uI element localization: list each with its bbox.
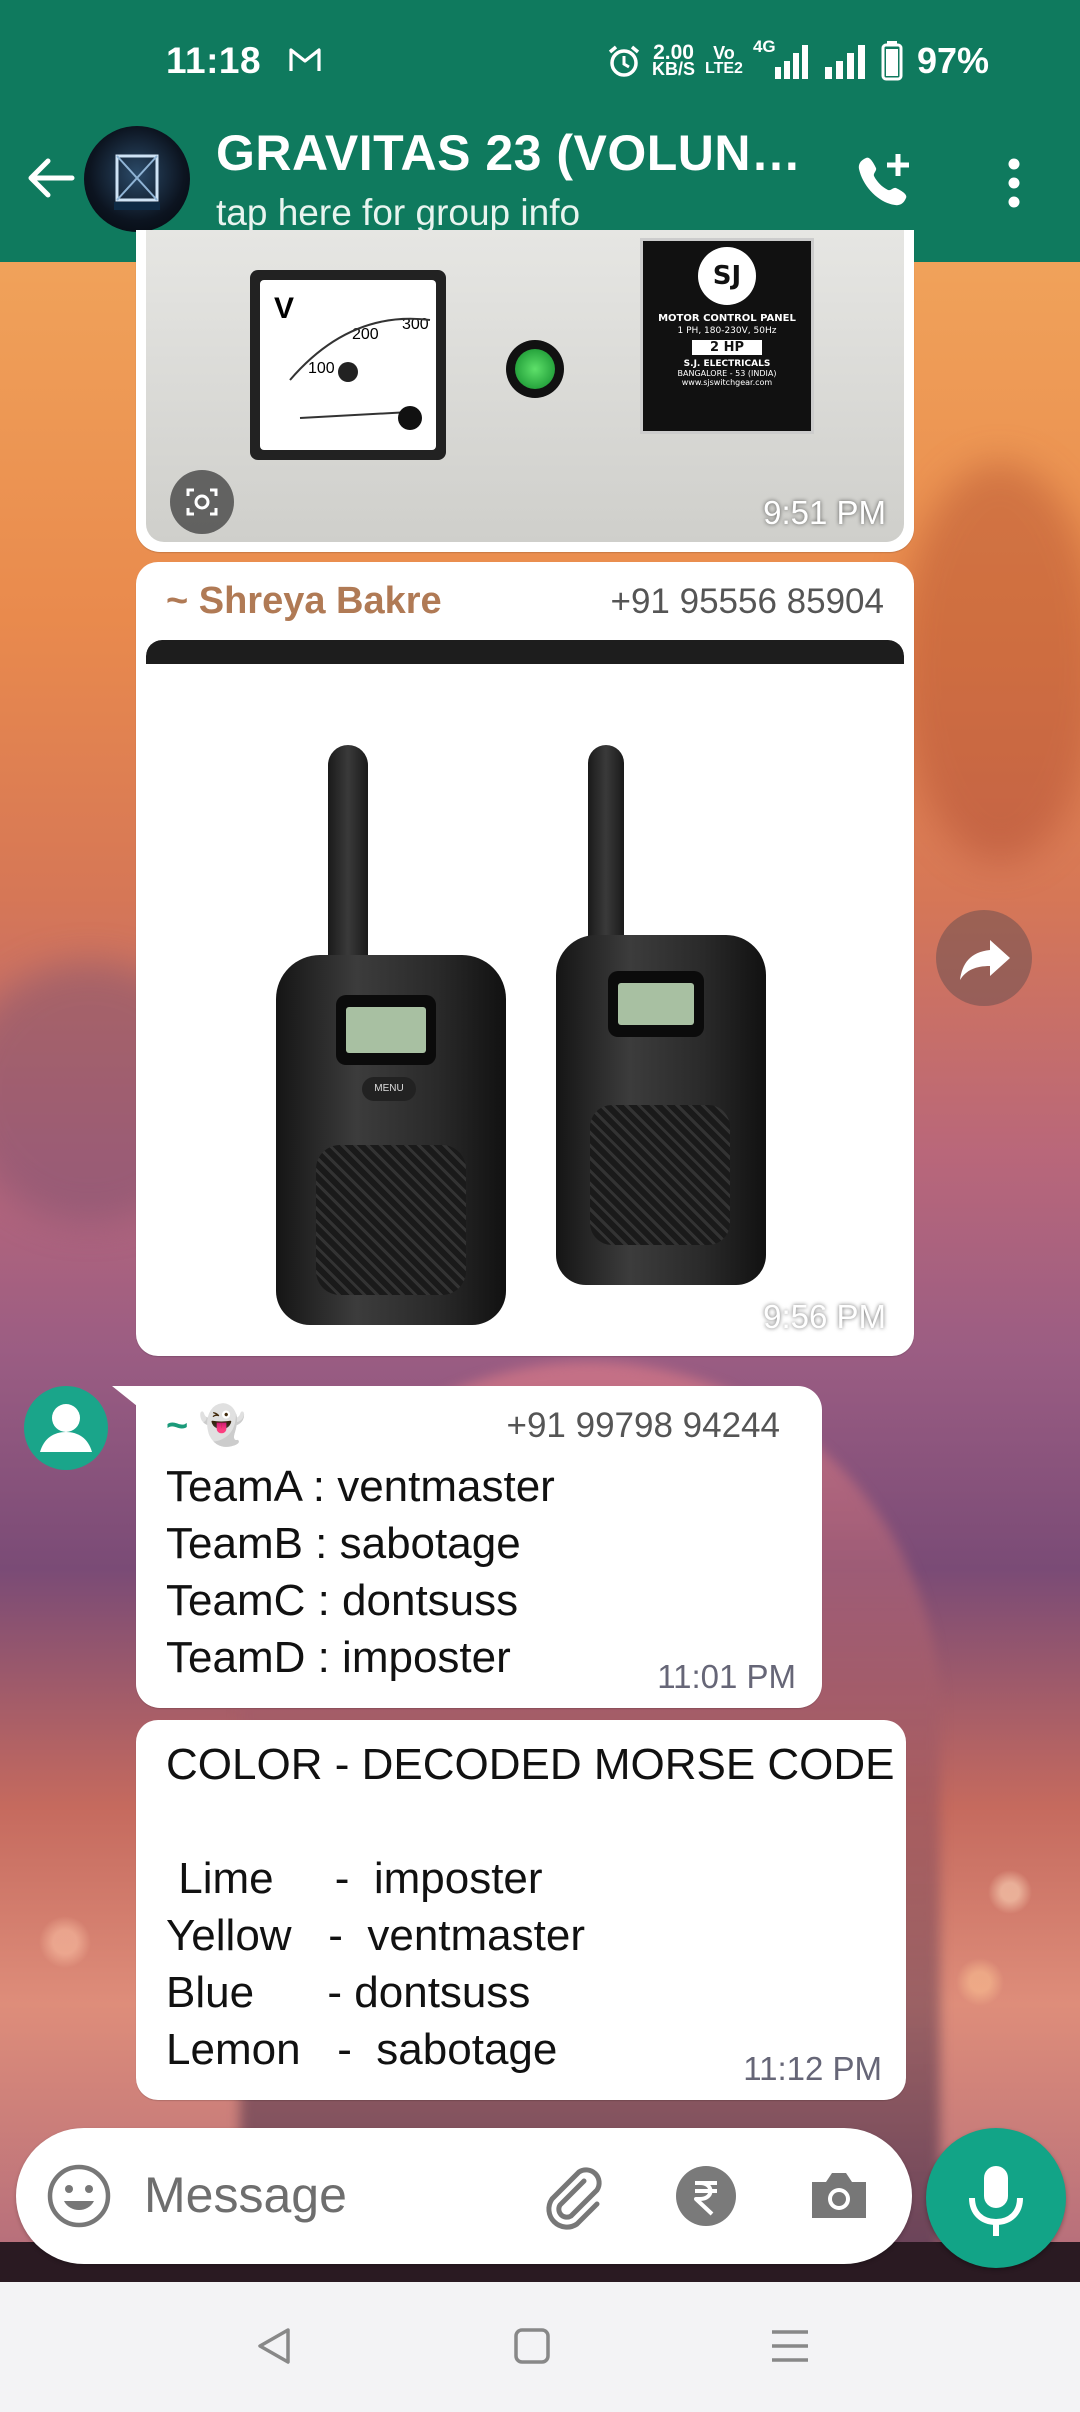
message-line: TeamD : imposter: [166, 1633, 511, 1682]
status-icons: 2.00 KB/S Vo LTE2 4G 97%: [606, 37, 990, 84]
status-bar: 11:18 2.00 KB/S Vo LTE2 4G 97%: [0, 0, 1080, 120]
message-line: Blue - dontsuss: [166, 1968, 531, 2017]
group-avatar[interactable]: [84, 126, 190, 232]
nav-home-icon[interactable]: [510, 2324, 554, 2368]
rupee-payment-icon[interactable]: [674, 2164, 738, 2228]
forward-button[interactable]: [936, 910, 1032, 1006]
image-message-motor-panel[interactable]: V 100 200 300 SJ MOTOR CONTROL PANEL 1 P…: [136, 230, 914, 552]
message-line: Yellow - ventmaster: [166, 1911, 585, 1960]
text-message-teams[interactable]: ~ 👻 +91 99798 94244 TeamA : ventmaster T…: [112, 1386, 822, 1708]
walkie-talkie-image[interactable]: MENU 9:56 PM: [146, 640, 904, 1346]
message-line: TeamC : dontsuss: [166, 1576, 519, 1625]
emoji-icon[interactable]: [44, 2161, 114, 2231]
battery-icon: [881, 41, 903, 81]
message-timestamp: 9:51 PM: [763, 494, 886, 531]
forward-arrow-icon: [960, 940, 1010, 980]
message-line: COLOR - DECODED MORSE CODE: [166, 1740, 895, 1789]
status-time: 11:18: [166, 40, 262, 81]
voltmeter: V 100 200 300: [250, 270, 446, 460]
message-timestamp: 11:01 PM: [657, 1658, 796, 1695]
sender-name[interactable]: ~ 👻: [166, 1404, 246, 1448]
voice-message-button[interactable]: [926, 2128, 1066, 2268]
walkie-talkie-left: MENU: [276, 745, 506, 1325]
group-title[interactable]: GRAVITAS 23 (VOLUN…: [216, 124, 801, 182]
message-timestamp: 11:12 PM: [743, 2050, 882, 2087]
attachment-icon[interactable]: [538, 2161, 608, 2231]
message-composer[interactable]: Message: [16, 2128, 912, 2264]
alarm-icon: [608, 45, 640, 77]
more-options-icon[interactable]: [996, 150, 1032, 216]
nav-recents-icon[interactable]: [768, 2324, 812, 2368]
camera-icon[interactable]: [806, 2166, 872, 2226]
sender-phone: +91 95556 85904: [610, 582, 884, 621]
network-speed: 2.00 KB/S: [652, 41, 696, 79]
system-navigation-bar: [0, 2282, 1080, 2412]
volte-indicator: Vo LTE2: [705, 43, 743, 77]
message-line: TeamA : ventmaster: [166, 1462, 555, 1511]
motor-panel-image[interactable]: V 100 200 300 SJ MOTOR CONTROL PANEL 1 P…: [146, 230, 904, 542]
motor-control-label: SJ MOTOR CONTROL PANEL 1 PH, 180-230V, 5…: [640, 238, 814, 434]
signal-4g-icon: 4G: [753, 37, 813, 81]
chat-header: 11:18 2.00 KB/S Vo LTE2 4G 97% GRAVITAS …: [0, 0, 1080, 262]
battery-percent: 97%: [916, 40, 990, 81]
message-input[interactable]: Message: [144, 2166, 347, 2224]
message-timestamp: 9:56 PM: [763, 1298, 886, 1335]
signal-icon: [824, 45, 865, 79]
green-indicator-lamp: [506, 340, 564, 398]
image-message-walkie-talkie[interactable]: ~ Shreya Bakre +91 95556 85904 MENU 9:56…: [136, 562, 914, 1356]
default-user-icon: [40, 1404, 92, 1452]
bubble-tail: [112, 1386, 142, 1410]
nav-back-icon[interactable]: [252, 2324, 296, 2368]
microphone-icon: [969, 2166, 1023, 2236]
sender-avatar[interactable]: [24, 1386, 108, 1470]
message-line: Lemon - sabotage: [166, 2025, 558, 2074]
sender-phone: +91 99798 94244: [506, 1406, 780, 1445]
add-call-icon[interactable]: [852, 148, 918, 214]
lens-scan-icon[interactable]: [170, 470, 234, 534]
message-line: TeamB : sabotage: [166, 1519, 521, 1568]
sender-name[interactable]: ~ Shreya Bakre: [166, 580, 442, 623]
gmail-icon: [289, 48, 321, 71]
walkie-talkie-right: [556, 745, 766, 1285]
back-arrow-icon[interactable]: [20, 148, 80, 208]
message-line: Lime - imposter: [166, 1854, 543, 1903]
text-message-morse-code[interactable]: COLOR - DECODED MORSE CODE Lime - impost…: [136, 1720, 906, 2100]
group-info-subtitle[interactable]: tap here for group info: [216, 192, 580, 234]
